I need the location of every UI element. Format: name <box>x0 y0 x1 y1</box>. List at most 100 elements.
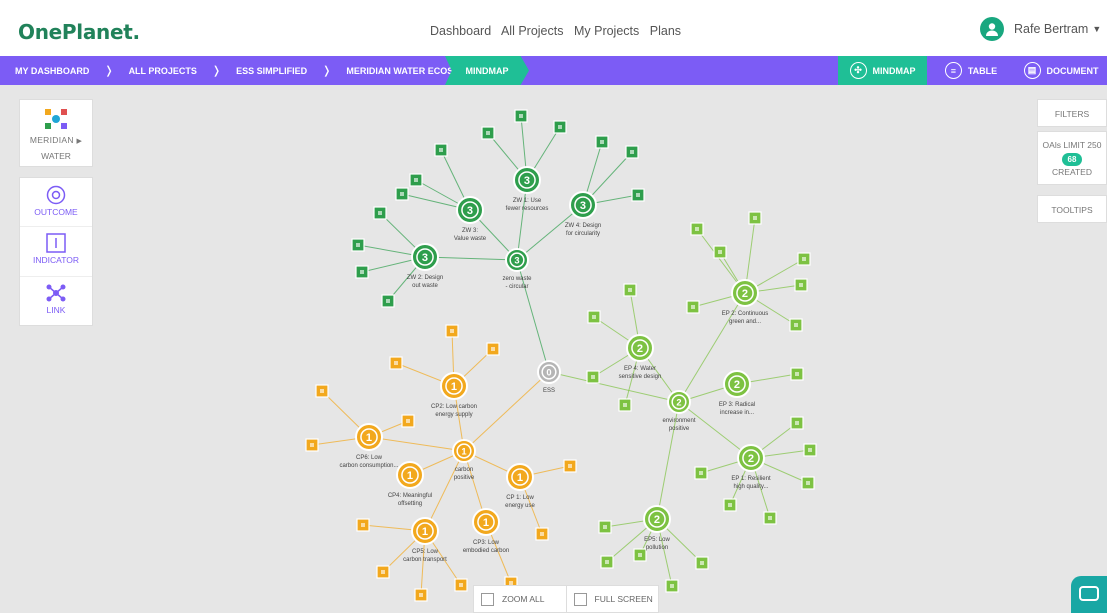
indicator-mark <box>400 192 404 196</box>
indicator-node[interactable] <box>723 498 737 512</box>
goal-node[interactable]: 2 EP 1: Resilient high quality... <box>731 444 771 490</box>
indicator-node[interactable] <box>633 548 647 562</box>
user-menu[interactable]: Rafe Bertram ▼ <box>980 17 1101 41</box>
indicator-node[interactable] <box>409 173 423 187</box>
indicator-node[interactable] <box>445 324 459 338</box>
document-view-button[interactable]: ▤ DOCUMENT <box>1015 56 1107 85</box>
node-label: Value waste <box>454 236 487 242</box>
zoom-all-button[interactable]: ZOOM ALL <box>474 592 566 606</box>
indicator-node[interactable] <box>623 283 637 297</box>
indicator-node[interactable] <box>586 370 600 384</box>
root-node-ess[interactable]: 0 ESS <box>537 360 561 394</box>
indicator-node[interactable] <box>790 416 804 430</box>
indicator-node[interactable] <box>618 398 632 412</box>
indicator-node[interactable] <box>598 520 612 534</box>
indicator-node[interactable] <box>486 342 500 356</box>
breadcrumb-my-dashboard[interactable]: MY DASHBOARD <box>15 66 89 76</box>
indicator-node[interactable] <box>595 135 609 149</box>
indicator-node[interactable] <box>389 356 403 370</box>
indicator-node[interactable] <box>414 588 428 602</box>
user-icon <box>986 23 998 36</box>
indicator-node[interactable] <box>625 145 639 159</box>
indicator-node[interactable] <box>600 555 614 569</box>
indicator-mark <box>486 131 490 135</box>
node-label: EP 1: Resilient <box>731 476 771 482</box>
goal-node[interactable]: 3 ZW 1: Use fewer resources <box>506 166 549 212</box>
indicator-node[interactable] <box>748 211 762 225</box>
indicator-node[interactable] <box>434 143 448 157</box>
indicator-node[interactable] <box>315 384 329 398</box>
chat-button[interactable] <box>1071 576 1107 613</box>
indicator-node[interactable] <box>563 459 577 473</box>
indicator-node[interactable] <box>686 300 700 314</box>
indicator-node[interactable] <box>763 511 777 525</box>
nav-my-projects[interactable]: My Projects <box>574 24 639 38</box>
indicator-node[interactable] <box>553 120 567 134</box>
indicator-node[interactable] <box>356 518 370 532</box>
indicator-node[interactable] <box>713 245 727 259</box>
indicator-node[interactable] <box>690 222 704 236</box>
project-card[interactable]: MERIDIAN ▶ WATER <box>19 99 93 167</box>
goal-node[interactable]: 2 EP 2: Continuous green and... <box>722 279 769 325</box>
node-label: pollution <box>646 545 668 551</box>
outcome-tool[interactable]: OUTCOME <box>20 178 92 227</box>
mindmap-canvas[interactable]: 0 ESS 3 zero waste - circular 2 environment pos… <box>0 85 1107 613</box>
indicator-node[interactable] <box>535 527 549 541</box>
top-nav: Dashboard All Projects My Projects Plans <box>430 24 688 38</box>
goal-node[interactable]: 1 CP6: Low carbon consumption... <box>339 423 399 469</box>
indicator-node[interactable] <box>481 126 495 140</box>
filters-button[interactable]: FILTERS <box>1037 99 1107 127</box>
indicator-node[interactable] <box>305 438 319 452</box>
indicator-node[interactable] <box>794 278 808 292</box>
indicator-node[interactable] <box>801 476 815 490</box>
indicator-node[interactable] <box>695 556 709 570</box>
breadcrumb-ess-simplified[interactable]: ESS SIMPLIFIED <box>236 66 307 76</box>
hub-node[interactable]: 3 zero waste - circular <box>502 248 532 290</box>
indicator-node[interactable] <box>381 294 395 308</box>
indicator-node[interactable] <box>376 565 390 579</box>
mindmap-view-button[interactable]: ✣ MINDMAP <box>838 56 927 85</box>
goal-node[interactable]: 2 EP5: Low pollution <box>643 505 671 551</box>
avatar <box>980 17 1004 41</box>
goal-node[interactable]: 1 CP 1: Low energy use <box>505 463 536 509</box>
indicator-node[interactable] <box>789 318 803 332</box>
indicator-mark <box>768 516 772 520</box>
zoom-all-label: ZOOM ALL <box>502 594 545 604</box>
oneplanet-logo[interactable]: OnePlanet. <box>18 20 140 44</box>
hub-node[interactable]: 1 carbon positive <box>452 439 476 481</box>
full-screen-button[interactable]: FULL SCREEN <box>565 585 659 613</box>
goal-node[interactable]: 3 ZW 2: Design out waste <box>407 243 443 289</box>
mindmap-links <box>311 115 811 596</box>
nav-dashboard[interactable]: Dashboard <box>430 24 491 38</box>
indicator-node[interactable] <box>395 187 409 201</box>
indicator-node[interactable] <box>797 252 811 266</box>
breadcrumb-all-projects[interactable]: ALL PROJECTS <box>129 66 197 76</box>
indicator-node[interactable] <box>803 443 817 457</box>
indicator-mark <box>591 375 595 379</box>
indicator-node[interactable] <box>401 414 415 428</box>
goal-node[interactable]: 1 CP5: Low carbon transport <box>403 517 447 563</box>
indicator-tool[interactable]: INDICATOR <box>20 227 92 277</box>
indicator-node[interactable] <box>790 367 804 381</box>
indicator-node[interactable] <box>454 578 468 592</box>
indicator-node[interactable] <box>355 265 369 279</box>
goal-node[interactable]: 3 ZW 4: Design for circularity <box>565 191 601 237</box>
indicator-node[interactable] <box>351 238 365 252</box>
goal-node[interactable]: 1 CP3: Low embodied carbon <box>463 508 509 554</box>
indicator-node[interactable] <box>514 109 528 123</box>
goal-node[interactable]: 2 EP 3: Radical increase in... <box>719 370 755 416</box>
link-tool[interactable]: LINK <box>20 277 92 325</box>
node-badge: 3 <box>467 205 473 217</box>
goal-node[interactable]: 3 ZW 3: Value waste <box>454 196 487 242</box>
table-view-button[interactable]: ≡ TABLE <box>937 56 1005 85</box>
indicator-icon <box>46 233 66 253</box>
link-label: LINK <box>46 305 66 315</box>
tooltips-button[interactable]: TOOLTIPS <box>1037 195 1107 223</box>
indicator-node[interactable] <box>587 310 601 324</box>
indicator-node[interactable] <box>694 466 708 480</box>
nav-plans[interactable]: Plans <box>650 24 681 38</box>
indicator-node[interactable] <box>665 579 679 593</box>
indicator-node[interactable] <box>631 188 645 202</box>
nav-all-projects[interactable]: All Projects <box>501 24 564 38</box>
indicator-node[interactable] <box>373 206 387 220</box>
